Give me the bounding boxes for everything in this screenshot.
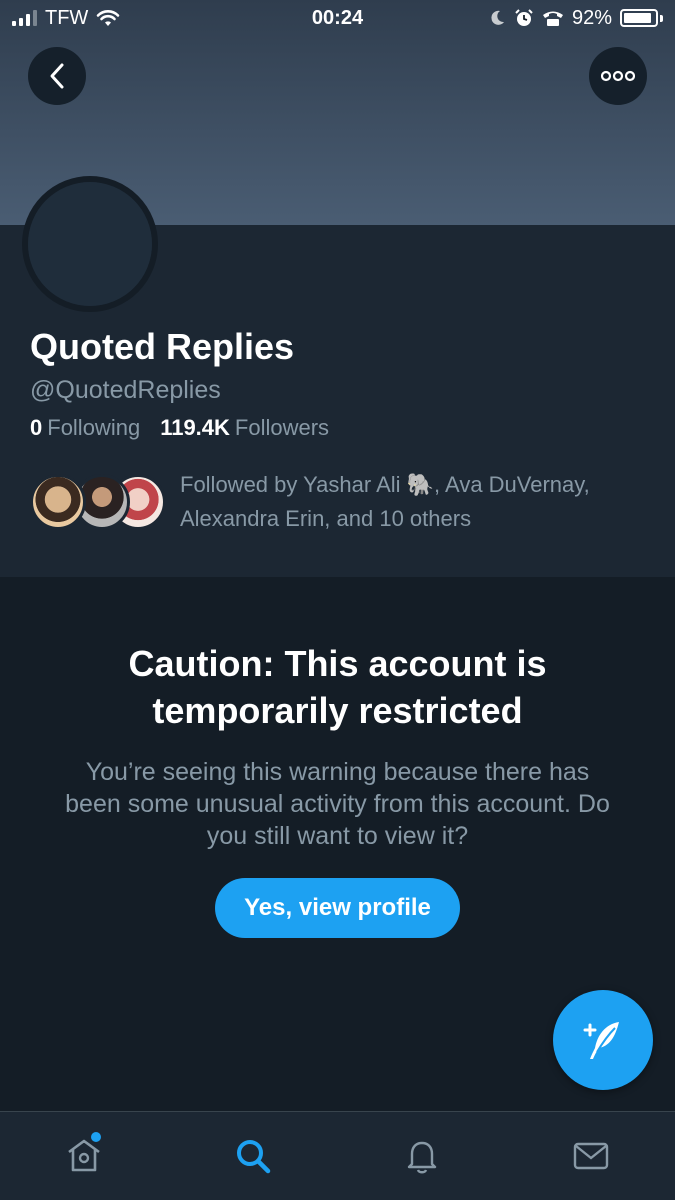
follower-facepile: [30, 470, 170, 530]
status-left: TFW: [12, 7, 120, 30]
status-bar: TFW 00:24 92%: [0, 0, 675, 36]
follow-counts: 0 Following 119.4K Followers: [30, 415, 329, 441]
tab-home[interactable]: [44, 1116, 124, 1196]
more-options-button[interactable]: [589, 47, 647, 105]
following-count: 0: [30, 415, 43, 440]
tab-messages[interactable]: [551, 1116, 631, 1196]
followers-count: 119.4K: [160, 415, 230, 440]
carrier-label: TFW: [45, 6, 89, 29]
status-right: 92%: [488, 7, 663, 30]
phone-icon: [542, 11, 563, 26]
bottom-tab-bar: [0, 1111, 675, 1200]
back-button[interactable]: [28, 47, 86, 105]
follower-avatar: [30, 474, 86, 530]
view-profile-button[interactable]: Yes, view profile: [215, 878, 460, 938]
status-time: 00:24: [311, 6, 364, 29]
avatar[interactable]: [22, 176, 158, 312]
more-icon: [601, 70, 635, 82]
compose-feather-icon: [583, 1022, 619, 1059]
battery-icon: [620, 9, 663, 27]
wifi-icon: [97, 10, 120, 26]
warning-body: You’re seeing this warning because there…: [65, 758, 610, 850]
alarm-icon: [515, 9, 533, 26]
followers-label: Followers: [234, 415, 330, 440]
warning-title: Caution: This account is temporarily res…: [128, 643, 547, 731]
moon-icon: [491, 10, 504, 25]
bell-icon: [407, 1141, 437, 1174]
chevron-left-icon: [50, 63, 64, 89]
tab-search[interactable]: [213, 1116, 293, 1196]
battery-label: 92%: [571, 6, 612, 29]
signal-icon: [12, 10, 37, 26]
following-link[interactable]: 0 Following: [30, 415, 140, 441]
followed-by-text: Followed by Yashar Ali 🐘, Ava DuVernay, …: [180, 472, 590, 531]
tab-notifications[interactable]: [382, 1116, 462, 1196]
mail-icon: [573, 1142, 608, 1170]
followers-link[interactable]: 119.4K Followers: [160, 415, 329, 441]
following-label: Following: [47, 415, 141, 440]
profile-handle: @QuotedReplies: [30, 376, 221, 404]
compose-tweet-button[interactable]: [553, 990, 653, 1090]
search-icon: [237, 1140, 271, 1174]
home-icon: [68, 1139, 101, 1172]
followed-by-row[interactable]: Followed by Yashar Ali 🐘, Ava DuVernay, …: [30, 470, 650, 536]
display-name: Quoted Replies: [30, 326, 295, 367]
